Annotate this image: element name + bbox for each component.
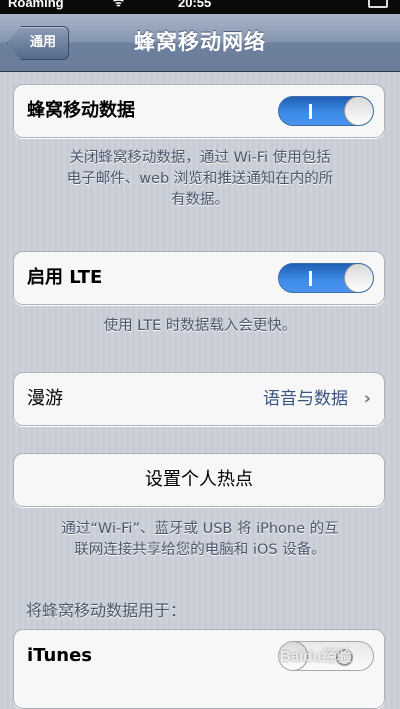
- itunes-label: iTunes: [27, 645, 93, 666]
- carrier-label: Roaming: [8, 0, 64, 10]
- switch-knob[interactable]: [344, 97, 373, 125]
- hotspot-footer: 通过“Wi-Fi”、蓝牙或 USB 将 iPhone 的互 联网连接共享给您的电…: [30, 519, 370, 561]
- lte-label: 启用 LTE: [27, 267, 103, 288]
- roaming-cell[interactable]: 漫游 语音与数据 ›: [13, 372, 385, 426]
- roaming-label: 漫游: [27, 388, 63, 409]
- footer-line: 关闭蜂窝移动数据，通过 Wi-Fi 使用包括: [69, 150, 331, 166]
- footer-line: 电子邮件、web 浏览和推送通知在内的所: [66, 171, 334, 187]
- personal-hotspot-label: 设置个人热点: [145, 469, 253, 490]
- lte-footer: 使用 LTE 时数据载入会更快。: [103, 318, 297, 334]
- cellular-data-cell: 蜂窝移动数据: [13, 84, 385, 138]
- cellular-data-footer: 关闭蜂窝移动数据，通过 Wi-Fi 使用包括 电子邮件、web 浏览和推送通知在…: [30, 148, 370, 211]
- cellular-data-label: 蜂窝移动数据: [27, 100, 135, 121]
- page-title: 蜂窝移动网络: [134, 30, 266, 54]
- footer-line: 联网连接共享给您的电脑和 iOS 设备。: [74, 542, 326, 558]
- lte-switch[interactable]: [278, 263, 374, 293]
- footer-line: 有数据。: [171, 192, 229, 208]
- battery-icon: [368, 0, 388, 8]
- chevron-right-icon: ›: [363, 388, 371, 409]
- switch-knob[interactable]: [344, 264, 373, 292]
- switch-on-mark: [309, 104, 312, 119]
- status-time: 20:55: [178, 0, 212, 10]
- watermark: Baidu经验: [280, 648, 352, 665]
- footer-line: 通过“Wi-Fi”、蓝牙或 USB 将 iPhone 的互: [61, 521, 339, 537]
- wifi-icon: ᯤ: [113, 0, 124, 9]
- use-cellular-section-header: 将蜂窝移动数据用于：: [26, 601, 187, 620]
- personal-hotspot-cell[interactable]: 设置个人热点: [13, 453, 385, 507]
- roaming-value: 语音与数据: [263, 389, 348, 409]
- navigation-bar: 通用 蜂窝移动网络: [0, 14, 400, 72]
- switch-on-mark: [309, 271, 312, 286]
- cellular-data-switch[interactable]: [278, 96, 374, 126]
- itunes-cell: iTunes: [13, 629, 385, 709]
- status-bar: Roaming ᯤ 20:55: [0, 0, 400, 14]
- lte-cell: 启用 LTE: [13, 251, 385, 305]
